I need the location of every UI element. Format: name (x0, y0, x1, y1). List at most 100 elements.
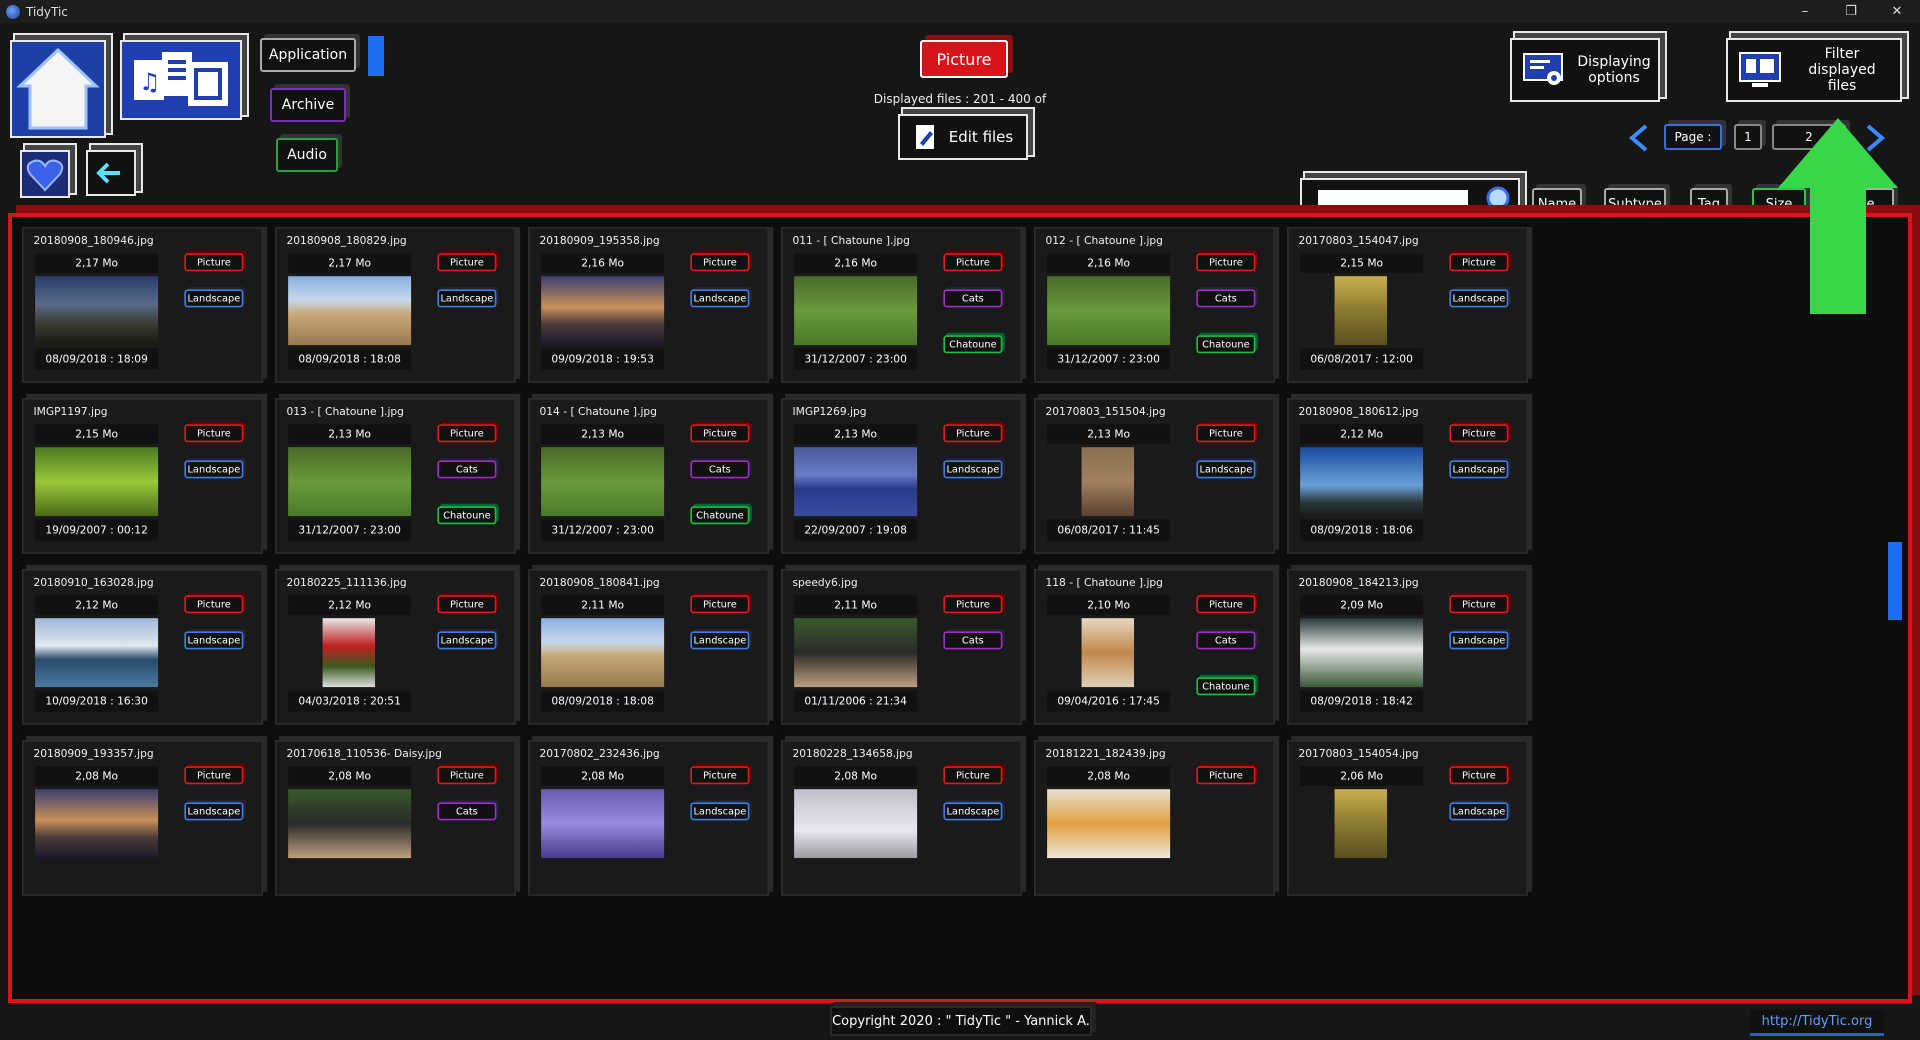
file-thumbnail[interactable] (1047, 789, 1171, 859)
subtype-tag[interactable]: Cats (690, 460, 750, 479)
file-card[interactable]: 20170618_110536- Daisy.jpg 2,08 Mo Picture… (275, 740, 517, 896)
type-tag[interactable]: Picture (943, 424, 1003, 443)
type-tag[interactable]: Picture (1449, 595, 1509, 614)
type-tag[interactable]: Picture (1449, 766, 1509, 785)
file-thumbnail[interactable] (288, 447, 412, 517)
favorites-button[interactable] (20, 150, 70, 198)
type-tag[interactable]: Picture (1196, 595, 1256, 614)
type-tag[interactable]: Picture (690, 424, 750, 443)
file-thumbnail[interactable] (35, 276, 159, 346)
current-type-picture[interactable]: Picture (920, 40, 1008, 78)
file-card[interactable]: 118 - [ Chatoune ].jpg 2,10 Mo 09/04/2016 … (1034, 569, 1276, 725)
subtype-tag[interactable]: Landscape (690, 802, 750, 821)
subtype-tag[interactable]: Landscape (184, 460, 244, 479)
media-types-button[interactable]: ♫ (120, 40, 242, 120)
file-thumbnail[interactable] (288, 789, 412, 859)
file-card[interactable]: 20180908_180829.jpg 2,17 Mo 08/09/2018 : 1… (275, 227, 517, 383)
file-thumbnail[interactable] (541, 447, 665, 517)
restore-button[interactable]: ❐ (1828, 0, 1874, 23)
filter-displayed-files-button[interactable]: Filter displayed files (1726, 38, 1902, 102)
type-tag[interactable]: Picture (943, 595, 1003, 614)
subtype-tag[interactable]: Landscape (690, 631, 750, 650)
file-card[interactable]: 012 - [ Chatoune ].jpg 2,16 Mo 31/12/2007 … (1034, 227, 1276, 383)
type-tag[interactable]: Picture (943, 253, 1003, 272)
file-thumbnail[interactable] (35, 789, 159, 859)
file-card[interactable]: 20180909_193357.jpg 2,08 Mo Picture Landsca… (22, 740, 264, 896)
file-thumbnail[interactable] (1081, 447, 1135, 517)
subtype-tag[interactable]: Landscape (690, 289, 750, 308)
type-tag[interactable]: Picture (1449, 424, 1509, 443)
file-card[interactable]: speedy6.jpg 2,11 Mo 01/11/2006 : 21:34 Pict… (781, 569, 1023, 725)
file-card[interactable]: 013 - [ Chatoune ].jpg 2,13 Mo 31/12/2007 … (275, 398, 517, 554)
type-tag[interactable]: Picture (184, 595, 244, 614)
file-card[interactable]: 20170803_154047.jpg 2,15 Mo 06/08/2017 : 1… (1287, 227, 1529, 383)
file-card[interactable]: 014 - [ Chatoune ].jpg 2,13 Mo 31/12/2007 … (528, 398, 770, 554)
subtype-tag[interactable]: Cats (943, 631, 1003, 650)
file-card[interactable]: 20180225_111136.jpg 2,12 Mo 04/03/2018 : 2… (275, 569, 517, 725)
file-thumbnail[interactable] (35, 618, 159, 688)
custom-tag[interactable]: Chatoune (690, 506, 750, 525)
close-button[interactable]: ✕ (1874, 0, 1920, 23)
file-card[interactable]: IMGP1197.jpg 2,15 Mo 19/09/2007 : 00:12 Pic… (22, 398, 264, 554)
file-thumbnail[interactable] (794, 276, 918, 346)
type-tag[interactable]: Picture (1196, 424, 1256, 443)
page-1-button[interactable]: 1 (1734, 124, 1762, 150)
file-thumbnail[interactable] (794, 618, 918, 688)
subtype-tag[interactable]: Landscape (437, 289, 497, 308)
file-thumbnail[interactable] (1300, 447, 1424, 517)
file-card[interactable]: 20180908_180612.jpg 2,12 Mo 08/09/2018 : 1… (1287, 398, 1529, 554)
custom-tag[interactable]: Chatoune (1196, 677, 1256, 696)
file-card[interactable]: 20180228_134658.jpg 2,08 Mo Picture Landsca… (781, 740, 1023, 896)
file-thumbnail[interactable] (1047, 276, 1171, 346)
edit-files-button[interactable]: Edit files (898, 114, 1028, 160)
file-thumbnail[interactable] (288, 276, 412, 346)
displaying-options-button[interactable]: Displaying options (1510, 38, 1660, 102)
subtype-tag[interactable]: Landscape (1449, 631, 1509, 650)
file-thumbnail[interactable] (1334, 276, 1388, 346)
subtype-tag[interactable]: Landscape (184, 631, 244, 650)
subtype-tag[interactable]: Landscape (1449, 802, 1509, 821)
file-thumbnail[interactable] (541, 618, 665, 688)
file-card[interactable]: 20170803_154054.jpg 2,06 Mo Picture Landsca… (1287, 740, 1529, 896)
minimize-button[interactable]: – (1782, 0, 1828, 23)
type-audio-button[interactable]: Audio (276, 138, 338, 172)
file-card[interactable]: IMGP1269.jpg 2,13 Mo 22/09/2007 : 19:08 Pic… (781, 398, 1023, 554)
type-tag[interactable]: Picture (690, 766, 750, 785)
file-thumbnail[interactable] (794, 789, 918, 859)
type-tag[interactable]: Picture (690, 253, 750, 272)
file-thumbnail[interactable] (541, 789, 665, 859)
type-application-button[interactable]: Application (260, 38, 356, 72)
type-tag[interactable]: Picture (437, 424, 497, 443)
subtype-tag[interactable]: Cats (943, 289, 1003, 308)
subtype-tag[interactable]: Landscape (943, 802, 1003, 821)
type-tag[interactable]: Picture (1196, 766, 1256, 785)
file-card[interactable]: 20180910_163028.jpg 2,12 Mo 10/09/2018 : 1… (22, 569, 264, 725)
search-input[interactable] (1318, 190, 1468, 214)
subtype-tag[interactable]: Landscape (1449, 289, 1509, 308)
website-link[interactable]: http://TidyTic.org (1750, 1010, 1884, 1036)
back-button[interactable] (86, 150, 136, 196)
file-thumbnail[interactable] (35, 447, 159, 517)
type-tag[interactable]: Picture (437, 766, 497, 785)
file-card[interactable]: 20180908_180946.jpg 2,17 Mo 08/09/2018 : 1… (22, 227, 264, 383)
previous-page-icon[interactable] (1626, 122, 1652, 154)
type-tag[interactable]: Picture (437, 595, 497, 614)
type-archive-button[interactable]: Archive (270, 88, 346, 122)
custom-tag[interactable]: Chatoune (437, 506, 497, 525)
subtype-tag[interactable]: Cats (1196, 289, 1256, 308)
file-thumbnail[interactable] (794, 447, 918, 517)
type-tag[interactable]: Picture (184, 424, 244, 443)
file-card[interactable]: 20181221_182439.jpg 2,08 Mo Picture (1034, 740, 1276, 896)
type-tag[interactable]: Picture (1196, 253, 1256, 272)
file-card[interactable]: 20180908_184213.jpg 2,09 Mo 08/09/2018 : 1… (1287, 569, 1529, 725)
type-tag[interactable]: Picture (184, 253, 244, 272)
file-thumbnail[interactable] (1300, 618, 1424, 688)
home-button[interactable] (10, 40, 106, 138)
file-card[interactable]: 20180909_195358.jpg 2,16 Mo 09/09/2018 : 1… (528, 227, 770, 383)
type-tag[interactable]: Picture (437, 253, 497, 272)
subtype-tag[interactable]: Cats (437, 460, 497, 479)
subtype-tag[interactable]: Landscape (184, 802, 244, 821)
file-thumbnail[interactable] (1081, 618, 1135, 688)
file-card[interactable]: 20180908_180841.jpg 2,11 Mo 08/09/2018 : 1… (528, 569, 770, 725)
subtype-tag[interactable]: Cats (1196, 631, 1256, 650)
